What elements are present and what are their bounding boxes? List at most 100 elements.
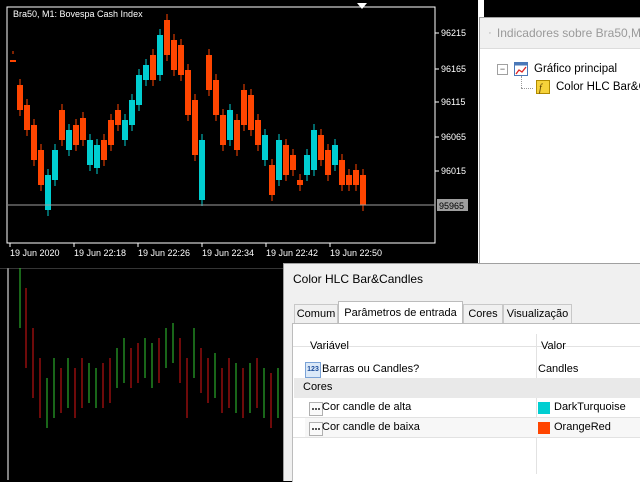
candle-body bbox=[164, 20, 170, 55]
price-tick-label: 96015 bbox=[441, 166, 466, 176]
indicators-window-title: Indicadores sobre Bra50,M bbox=[496, 26, 640, 40]
candle-body bbox=[290, 155, 296, 170]
candle-body bbox=[262, 135, 268, 160]
param-row-bars-or-candles[interactable]: 123 Barras ou Candles? Candles bbox=[305, 360, 640, 380]
candle-body bbox=[136, 75, 142, 105]
column-value[interactable]: Valor bbox=[541, 340, 566, 352]
group-label: Cores bbox=[303, 381, 333, 393]
candle-body bbox=[318, 135, 324, 160]
tree-item-main-chart[interactable]: − Gráfico principal bbox=[497, 62, 617, 76]
time-tick-label: 19 Jun 22:34 bbox=[202, 248, 254, 258]
candle-body bbox=[101, 140, 107, 160]
candle-body bbox=[150, 55, 156, 80]
tab-cores[interactable]: Cores bbox=[463, 304, 503, 324]
indicator-properties-dialog[interactable]: Color HLC Bar&Candles Comum Parâmetros d… bbox=[283, 263, 640, 482]
indicators-window[interactable]: Indicadores sobre Bra50,M − Gráfico prin… bbox=[479, 17, 640, 269]
indicators-titlebar[interactable]: Indicadores sobre Bra50,M bbox=[480, 18, 640, 49]
tab-parametros-de-entrada[interactable]: Parâmetros de entrada bbox=[338, 301, 463, 325]
price-tick-label: 96165 bbox=[441, 64, 466, 74]
param-name: Cor candle de baixa bbox=[322, 421, 420, 433]
window-list-icon bbox=[489, 32, 491, 34]
candle-body bbox=[115, 110, 121, 125]
chart-window-secondary[interactable] bbox=[0, 268, 290, 480]
custom-indicator-icon: f bbox=[536, 80, 550, 94]
param-name: Cor candle de alta bbox=[322, 401, 412, 413]
color-swatch-bull[interactable] bbox=[538, 402, 550, 414]
time-tick-label: 19 Jun 22:18 bbox=[74, 248, 126, 258]
param-row-bear-color[interactable]: Cor candle de baixa OrangeRed bbox=[305, 418, 640, 438]
current-price-label: 95965 bbox=[439, 201, 464, 211]
param-row-bull-color[interactable]: Cor candle de alta DarkTurquoise bbox=[305, 398, 640, 418]
candle-body bbox=[122, 120, 128, 140]
candle-body bbox=[269, 165, 275, 195]
candle-body bbox=[199, 140, 205, 200]
candle-body bbox=[360, 175, 366, 205]
collapse-icon[interactable]: − bbox=[497, 63, 508, 75]
param-value[interactable]: Candles bbox=[538, 363, 578, 375]
candle-body bbox=[248, 95, 254, 130]
time-tick-label: 19 Jun 2020 bbox=[10, 248, 60, 258]
candle-body bbox=[108, 120, 114, 145]
input-parameters-panel: Variável Valor 123 Barras ou Candles? Ca… bbox=[292, 323, 640, 482]
candle-body bbox=[234, 120, 240, 150]
candle-body bbox=[311, 130, 317, 170]
hlc-bar-chart[interactable] bbox=[0, 268, 290, 480]
candle-body bbox=[241, 90, 247, 125]
price-tick-label: 96065 bbox=[441, 132, 466, 142]
candle-body bbox=[220, 115, 226, 145]
candle-body bbox=[157, 35, 163, 75]
color-param-icon bbox=[309, 402, 323, 416]
dialog-title: Color HLC Bar&Candles bbox=[293, 272, 424, 286]
column-variable[interactable]: Variável bbox=[310, 340, 349, 352]
price-tick-label: 96215 bbox=[441, 28, 466, 38]
candle-body bbox=[178, 45, 184, 75]
price-tick-label: 96115 bbox=[441, 97, 465, 107]
candle-body bbox=[80, 118, 86, 140]
number-param-icon: 123 bbox=[305, 362, 321, 378]
candle-body bbox=[143, 65, 149, 80]
candle-body bbox=[66, 130, 72, 150]
candle-body bbox=[227, 110, 233, 140]
candle-body bbox=[129, 100, 135, 125]
candle-body bbox=[325, 150, 331, 175]
color-swatch-bear[interactable] bbox=[538, 422, 550, 434]
grid-header: Variável Valor bbox=[293, 324, 640, 352]
group-row-cores[interactable]: Cores bbox=[294, 378, 640, 398]
candle-body bbox=[255, 120, 261, 145]
candle-body bbox=[24, 105, 30, 130]
chart-icon bbox=[514, 62, 528, 76]
candle-body bbox=[213, 80, 219, 115]
chart-window-main[interactable]: 96215 96165 96115 96065 96015 19 Jun 2020 19 … bbox=[0, 0, 478, 268]
candle-body bbox=[31, 125, 37, 160]
candle-body bbox=[339, 160, 345, 185]
candle-body bbox=[87, 140, 93, 165]
tab-visualizacao[interactable]: Visualização bbox=[503, 304, 572, 324]
shift-marker-icon bbox=[357, 3, 367, 9]
tree-item-indicator-label: Color HLC Bar&Ca bbox=[556, 81, 640, 93]
tree-item-main-chart-label: Gráfico principal bbox=[534, 63, 618, 75]
candle-body bbox=[17, 85, 23, 110]
candle-body bbox=[206, 55, 212, 90]
candle-body bbox=[192, 100, 198, 155]
candle-body bbox=[283, 145, 289, 175]
time-tick-label: 19 Jun 22:26 bbox=[138, 248, 190, 258]
candle-body bbox=[38, 150, 44, 185]
candle-body bbox=[185, 70, 191, 115]
param-name: Barras ou Candles? bbox=[322, 363, 420, 375]
candle-body bbox=[346, 175, 352, 185]
param-value[interactable]: DarkTurquoise bbox=[554, 401, 626, 413]
chart-caption: Bra50, M1: Bovespa Cash Index bbox=[13, 9, 143, 19]
candle-body bbox=[59, 110, 65, 140]
time-tick-label: 19 Jun 22:50 bbox=[330, 248, 382, 258]
param-value[interactable]: OrangeRed bbox=[554, 421, 611, 433]
candlestick-chart[interactable]: 96215 96165 96115 96065 96015 19 Jun 2020 19 … bbox=[0, 0, 478, 268]
candle-body bbox=[276, 140, 282, 180]
candle-body bbox=[171, 40, 177, 70]
tab-comum[interactable]: Comum bbox=[294, 304, 338, 324]
candle-body bbox=[332, 145, 338, 165]
candle-body bbox=[353, 170, 359, 185]
candle-body bbox=[10, 60, 16, 62]
color-param-icon bbox=[309, 422, 323, 436]
tree-item-indicator[interactable]: f Color HLC Bar&Ca bbox=[536, 80, 640, 94]
candle-body bbox=[52, 150, 58, 180]
